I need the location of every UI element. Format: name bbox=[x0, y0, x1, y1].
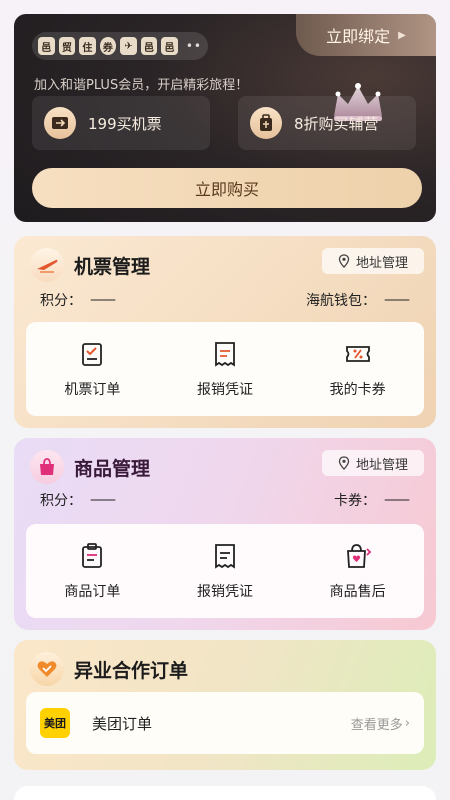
wallet-value: —— bbox=[384, 292, 410, 308]
points-label: 积分： bbox=[40, 293, 82, 309]
coupon-stat: 卡券： —— bbox=[334, 490, 410, 510]
ticket-icon bbox=[44, 107, 76, 139]
action-label: 商品订单 bbox=[64, 584, 121, 600]
clipboard-icon bbox=[82, 543, 103, 568]
points-value: —— bbox=[90, 492, 116, 508]
address-management-label: 地址管理 bbox=[355, 457, 408, 473]
badge-icon: 邑 bbox=[161, 37, 178, 55]
points-label: 积分： bbox=[40, 493, 82, 509]
badge-icon: 贸 bbox=[58, 37, 76, 55]
wallet-stat: 海航钱包： —— bbox=[306, 290, 410, 310]
section-title: 机票管理 bbox=[74, 255, 151, 278]
triangle-right-icon: ▶ bbox=[398, 29, 406, 41]
airplane-icon bbox=[30, 248, 64, 282]
partner-handshake-icon bbox=[30, 652, 64, 686]
plus-membership-card: 邑 贸 住 券 ✈ 邑 邑 •• 立即绑定 ▶ 加入和谐PLUS会员，开启精彩旅… bbox=[14, 14, 436, 222]
section-title: 异业合作订单 bbox=[74, 659, 189, 682]
more-dots-icon: •• bbox=[185, 39, 202, 53]
next-card-peek bbox=[14, 786, 436, 800]
points-stat: 积分： —— bbox=[40, 490, 116, 510]
shopping-bag-icon bbox=[30, 450, 64, 484]
ticket-order-button[interactable]: 机票订单 bbox=[37, 339, 147, 399]
points-stat: 积分： —— bbox=[40, 290, 116, 310]
badge-icon: 券 bbox=[99, 37, 117, 55]
ticket-management-card: 机票管理 地址管理 积分： —— 海航钱包： —— 机票订单 报销凭证 我的卡券 bbox=[14, 236, 436, 428]
address-management-label: 地址管理 bbox=[355, 255, 408, 271]
receipt-icon bbox=[215, 544, 235, 569]
action-label: 我的卡券 bbox=[329, 382, 386, 398]
meituan-order-row[interactable]: 美团 美团订单 查看更多 › bbox=[26, 692, 424, 754]
badge-icon: ✈ bbox=[120, 37, 137, 55]
goods-actions: 商品订单 报销凭证 商品售后 bbox=[26, 524, 424, 618]
badge-icon: 住 bbox=[79, 37, 96, 55]
coupon-value: —— bbox=[384, 492, 410, 508]
badge-icon: 邑 bbox=[140, 37, 158, 55]
member-badge-row[interactable]: 邑 贸 住 券 ✈ 邑 邑 •• bbox=[32, 32, 208, 60]
receipt-icon bbox=[215, 342, 235, 367]
coupon-label: 卡券： bbox=[334, 493, 376, 509]
partner-order-label: 美团订单 bbox=[92, 714, 153, 733]
action-label: 商品售后 bbox=[329, 584, 386, 600]
coupon-icon bbox=[345, 346, 370, 362]
location-pin-icon bbox=[338, 456, 350, 470]
after-sales-button[interactable]: 商品售后 bbox=[303, 541, 413, 601]
plus-slogan: 加入和谐PLUS会员，开启精彩旅程！ bbox=[34, 78, 249, 93]
chevron-right-icon: › bbox=[404, 715, 410, 731]
wallet-label: 海航钱包： bbox=[306, 293, 376, 309]
bind-now-label: 立即绑定 bbox=[326, 27, 391, 46]
goods-management-card: 商品管理 地址管理 积分： —— 卡券： —— 商品订单 报销凭证 商品售后 bbox=[14, 438, 436, 630]
goods-order-button[interactable]: 商品订单 bbox=[37, 541, 147, 601]
action-label: 报销凭证 bbox=[196, 584, 253, 600]
benefit-label: 199买机票 bbox=[88, 114, 162, 133]
ticket-order-icon bbox=[82, 343, 103, 366]
section-title: 商品管理 bbox=[74, 457, 151, 480]
bind-now-button[interactable]: 立即绑定 ▶ bbox=[296, 14, 436, 56]
address-management-button[interactable]: 地址管理 bbox=[322, 450, 424, 476]
action-label: 报销凭证 bbox=[196, 382, 253, 398]
meituan-logo: 美团 bbox=[40, 708, 70, 738]
shopping-bag-heart-icon bbox=[346, 544, 371, 568]
buy-now-button[interactable]: 立即购买 bbox=[32, 168, 422, 208]
address-management-button[interactable]: 地址管理 bbox=[322, 248, 424, 274]
points-value: —— bbox=[90, 292, 116, 308]
benefit-label: 8折购买辅营 bbox=[294, 114, 379, 133]
view-more-link[interactable]: 查看更多 › bbox=[351, 714, 410, 733]
benefit-discount-addon[interactable]: 8折购买辅营 bbox=[238, 96, 416, 150]
partner-orders-card: 异业合作订单 美团 美团订单 查看更多 › bbox=[14, 640, 436, 770]
location-pin-icon bbox=[338, 254, 350, 268]
ticket-actions: 机票订单 报销凭证 我的卡券 bbox=[26, 322, 424, 416]
my-coupons-button[interactable]: 我的卡券 bbox=[303, 339, 413, 399]
benefit-cheap-ticket[interactable]: 199买机票 bbox=[32, 96, 210, 150]
reimbursement-voucher-button[interactable]: 报销凭证 bbox=[170, 339, 280, 399]
reimbursement-voucher-button[interactable]: 报销凭证 bbox=[170, 541, 280, 601]
luggage-icon bbox=[250, 107, 282, 139]
action-label: 机票订单 bbox=[64, 382, 121, 398]
badge-icon: 邑 bbox=[38, 37, 55, 55]
view-more-label: 查看更多 bbox=[350, 717, 403, 733]
